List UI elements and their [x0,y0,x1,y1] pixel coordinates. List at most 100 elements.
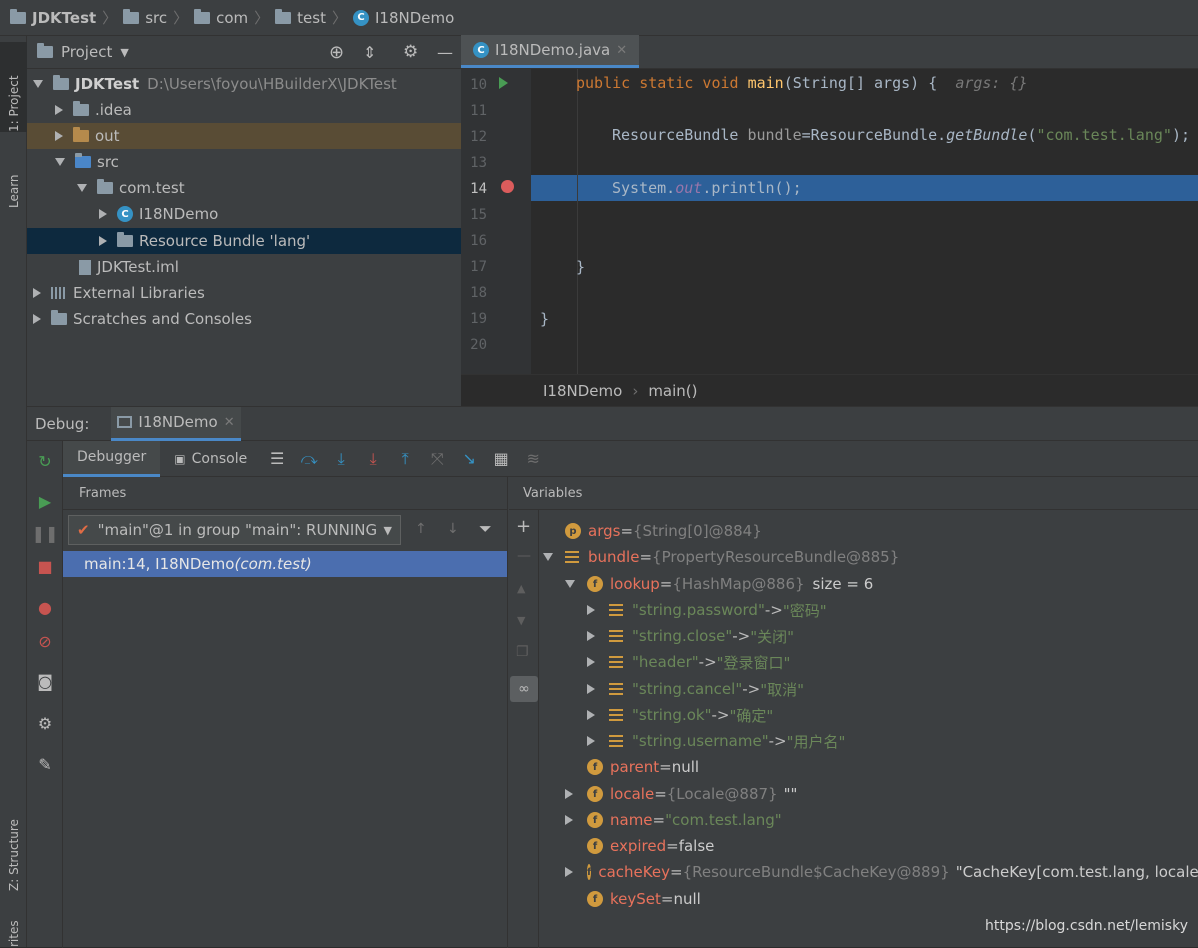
menu-icon[interactable]: ☰ [264,446,290,472]
expand-arrow-icon[interactable] [565,580,575,588]
step-into-icon[interactable]: ⤓ [328,446,354,472]
copy-icon[interactable]: ❐ [516,644,529,660]
map-entry[interactable]: "string.username" -> "用户名" [587,728,845,754]
gear-icon[interactable]: ⚙ [403,42,418,62]
expand-arrow-icon[interactable] [55,158,65,166]
expand-arrow-icon[interactable] [565,867,573,877]
arrow-down-icon[interactable]: ↓ [447,521,459,537]
tab-learn[interactable]: Learn [0,148,27,208]
glasses-icon[interactable]: ∞ [510,676,538,702]
arrow-up-icon[interactable]: ↑ [415,521,427,537]
var-row-args[interactable]: p args = {String[0]@884} [565,518,762,544]
expand-arrow-icon[interactable] [77,184,87,192]
run-icon[interactable] [499,77,508,89]
breadcrumb-method[interactable]: main() [648,382,697,400]
resume-icon[interactable]: ▶ [35,491,55,511]
breakpoint-icon[interactable] [501,180,514,193]
expand-arrow-icon[interactable] [587,657,595,667]
remove-watch-icon[interactable]: — [517,548,531,564]
expand-arrow-icon[interactable] [587,710,595,720]
rerun-icon[interactable]: ↻ [35,451,55,471]
expand-arrow-icon[interactable] [99,236,107,246]
var-row-name[interactable]: f name = "com.test.lang" [565,807,782,833]
tab-i18ndemo-java[interactable]: C I18NDemo.java ✕ [461,35,640,68]
expand-arrow-icon[interactable] [587,605,595,615]
debug-session-tab[interactable]: I18NDemo ✕ [111,406,241,441]
var-row-cachekey[interactable]: f cacheKey = {ResourceBundle$CacheKey@889… [565,859,1198,885]
chevron-down-icon[interactable]: ▼ [120,46,128,59]
nav-crumb-com[interactable]: com [194,8,248,27]
expand-arrow-icon[interactable] [587,684,595,694]
expand-arrow-icon[interactable] [565,789,573,799]
tree-item-com-test[interactable]: com.test [27,175,461,201]
var-row-parent[interactable]: f parent = null [587,754,699,780]
tree-item-src[interactable]: src [27,149,461,175]
var-row-expired[interactable]: f expired = false [587,833,714,859]
nav-crumb-src[interactable]: src [123,8,167,27]
expand-arrow-icon[interactable] [587,631,595,641]
expand-arrow-icon[interactable] [543,553,553,561]
stop-icon[interactable]: ■ [35,556,55,576]
pause-icon[interactable]: ❚❚ [32,523,59,543]
map-entry[interactable]: "string.close" -> "关闭" [587,623,794,649]
mute-breakpoints-icon[interactable]: ⊘ [35,631,55,651]
frame-row-main[interactable]: main:14, I18NDemo (com.test) [63,551,507,577]
var-row-keyset[interactable]: f keySet = null [587,886,701,912]
code-line-19[interactable]: } [540,310,549,328]
var-row-locale[interactable]: f locale = {Locale@887} "" [565,781,797,807]
tree-item-iml[interactable]: JDKTest.iml [27,254,461,280]
evaluate-icon[interactable]: ▦ [488,446,514,472]
var-row-lookup[interactable]: f lookup = {HashMap@886} size = 6 [565,571,873,597]
camera-icon[interactable]: ◙ [35,671,55,691]
thread-selector[interactable]: ✔ "main"@1 in group "main": RUNNING ▼ [68,515,401,545]
view-breakpoints-icon[interactable]: ● [35,597,55,617]
tree-item-external-libraries[interactable]: External Libraries [27,280,461,306]
breadcrumb-class[interactable]: I18NDemo [543,382,622,400]
drop-frame-icon[interactable]: ⤧ [424,446,450,472]
move-down-icon[interactable]: ▼ [517,614,525,627]
project-view-selector[interactable]: Project [61,43,112,61]
locate-icon[interactable]: ⊕ [329,42,344,63]
filter-icon[interactable]: ⏷ [479,519,492,539]
hide-icon[interactable]: — [437,43,453,62]
expand-arrow-icon[interactable] [55,105,63,115]
add-watch-icon[interactable]: + [516,516,531,537]
code-line-17[interactable]: } [576,258,585,276]
tree-item-idea[interactable]: .idea [27,97,461,123]
map-entry[interactable]: "header" -> "登录窗口" [587,649,790,675]
expand-arrow-icon[interactable] [33,288,41,298]
expand-arrow-icon[interactable] [587,736,595,746]
map-entry[interactable]: "string.password" -> "密码" [587,597,827,623]
close-icon[interactable]: ✕ [224,415,235,430]
expand-arrow-icon[interactable] [565,815,573,825]
expand-arrow-icon[interactable] [55,131,63,141]
step-over-icon[interactable]: ⤼ [296,446,322,472]
tab-structure[interactable]: Z: Structure [0,796,27,891]
code-line-12[interactable]: ResourceBundle bundle=ResourceBundle.get… [612,126,1190,144]
tab-debugger[interactable]: Debugger [63,440,161,477]
tab-console[interactable]: ▣ Console [160,441,261,477]
tab-project[interactable]: 1: Project [0,42,27,132]
tree-item-i18ndemo[interactable]: C I18NDemo [27,201,461,227]
tree-item-out[interactable]: out [27,123,461,149]
nav-crumb-test[interactable]: test [275,8,326,27]
tab-favorites[interactable]: rites [0,916,27,947]
tree-item-scratches[interactable]: Scratches and Consoles [27,306,461,332]
force-step-into-icon[interactable]: ⤓ [360,446,386,472]
trace-icon[interactable]: ≋ [520,446,546,472]
gear-icon[interactable]: ⚙ [35,713,55,733]
code-line-14[interactable]: System.out.println(); [612,179,802,197]
expand-arrow-icon[interactable] [33,314,41,324]
collapse-all-icon[interactable]: ⇕ [363,43,376,62]
nav-crumb-project[interactable]: JDKTest [10,8,96,27]
nav-crumb-class[interactable]: C I18NDemo [353,9,454,27]
close-icon[interactable]: ✕ [616,43,627,58]
tree-item-resource-bundle[interactable]: Resource Bundle 'lang' [27,228,461,254]
pin-icon[interactable]: ✎ [35,754,55,774]
expand-arrow-icon[interactable] [33,80,43,88]
step-out-icon[interactable]: ⤒ [392,446,418,472]
code-line-10[interactable]: public static void main(String[] args) {… [576,74,1028,92]
run-to-cursor-icon[interactable]: ↘ [456,446,482,472]
move-up-icon[interactable]: ▲ [517,582,525,595]
map-entry[interactable]: "string.ok" -> "确定" [587,702,773,728]
